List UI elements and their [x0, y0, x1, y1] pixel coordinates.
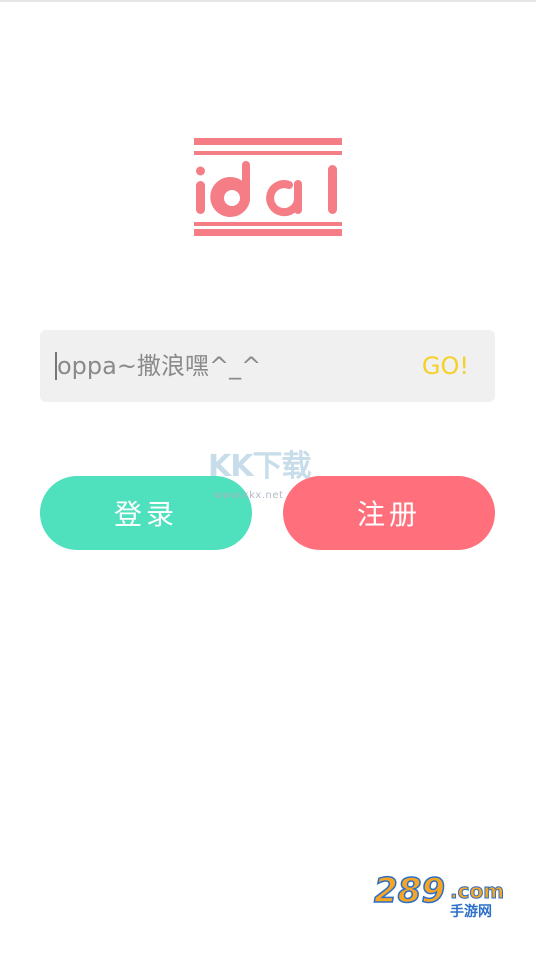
- svg-text:手游网: 手游网: [450, 903, 492, 920]
- login-button-label: 登录: [113, 498, 178, 531]
- search-field[interactable]: GO!: [40, 330, 495, 402]
- register-button-label: 注册: [356, 498, 421, 531]
- svg-text:289: 289: [374, 872, 445, 911]
- go-button[interactable]: GO!: [422, 351, 469, 381]
- site-289-watermark: 289 .com 手游网: [372, 870, 516, 920]
- search-input[interactable]: [57, 344, 417, 388]
- kkx-watermark-text: KK下载: [208, 449, 312, 484]
- svg-text:.com: .com: [450, 879, 504, 903]
- status-bar-divider: [0, 0, 536, 2]
- idol-logo-icon: [194, 138, 342, 236]
- kkx-watermark-url: www.kkx.net: [214, 490, 284, 501]
- kkx-watermark: KK下载 www.kkx.net: [208, 450, 332, 510]
